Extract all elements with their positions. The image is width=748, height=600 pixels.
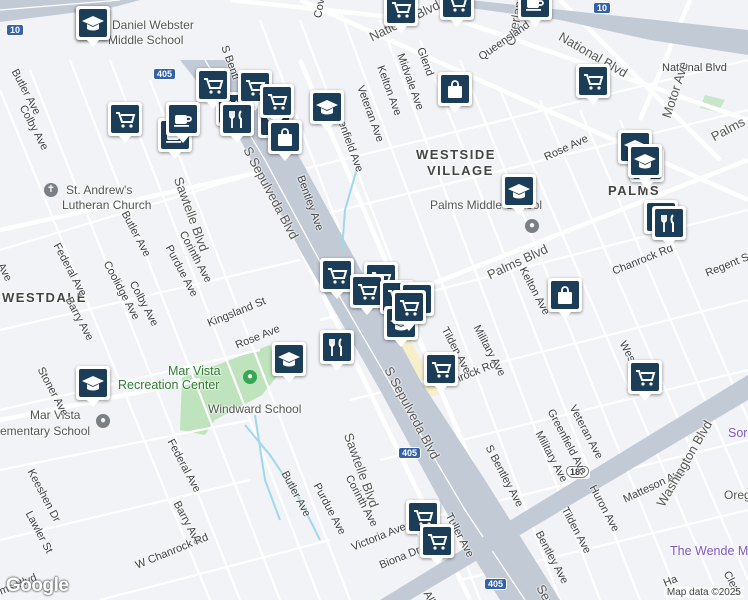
grocery-icon (395, 293, 423, 321)
marker-pin-grocery[interactable] (424, 352, 458, 393)
highway-shield-405: 405 (153, 68, 177, 80)
poi-label-sor[interactable]: Sor (728, 426, 747, 440)
marker-pin-grocery[interactable] (320, 258, 354, 299)
grocery-icon (199, 71, 227, 99)
grocery-icon (427, 355, 455, 383)
marker-pin-grocery[interactable] (384, 0, 418, 33)
map-attribution[interactable]: Map data ©2025 (663, 587, 744, 598)
marker-pin-shopping[interactable] (268, 120, 302, 161)
grocery-icon (111, 105, 139, 133)
marker-pin-shopping[interactable] (438, 72, 472, 113)
marker-pin-grocery[interactable] (440, 0, 474, 27)
marker-pin-school[interactable] (628, 144, 662, 185)
poi-label-the-wende[interactable]: The Wende M (670, 544, 748, 558)
poi-label-recreation-center[interactable]: Recreation Center (118, 378, 219, 392)
poi-label-elementary-school[interactable]: ementary School (0, 424, 90, 438)
school-icon (79, 9, 107, 37)
marker-pin-school[interactable] (76, 6, 110, 47)
shopping-icon (551, 281, 579, 309)
map-canvas[interactable]: 10 10 405 405 405 187 WESTSIDE VILLAGE P… (0, 0, 748, 600)
highway-shield-10: 10 (593, 2, 612, 14)
shopping-icon (271, 123, 299, 151)
coffee-icon (521, 0, 549, 17)
marker-pin-grocery[interactable] (576, 64, 610, 105)
grocery-icon (323, 261, 351, 289)
grocery-icon (353, 277, 381, 305)
church-icon: ✝ (44, 183, 58, 197)
school-icon: ● (96, 414, 110, 428)
restaurant-icon (323, 333, 351, 361)
poi-label-orego[interactable]: Orego (724, 488, 748, 502)
highway-shield-405: 405 (398, 447, 422, 459)
neighborhood-label-westside: WESTSIDE (416, 147, 496, 162)
park-icon: ● (243, 370, 257, 384)
highway-shield-10: 10 (6, 24, 25, 36)
coffee-icon (169, 105, 197, 133)
grocery-icon (443, 0, 471, 17)
marker-pin-grocery[interactable] (196, 68, 230, 109)
google-logo: Google (6, 575, 69, 596)
school-icon (275, 345, 303, 373)
marker-pin-coffee[interactable] (166, 102, 200, 143)
marker-pin-grocery[interactable] (260, 84, 294, 125)
poi-label-windward-school[interactable]: Windward School (208, 402, 301, 416)
poi-label-middle-school[interactable]: Middle School (108, 33, 183, 47)
marker-pin-restaurant[interactable] (652, 206, 686, 247)
marker-pin-coffee[interactable] (518, 0, 552, 27)
neighborhood-label-village: VILLAGE (427, 163, 494, 178)
marker-pin-school[interactable] (310, 90, 344, 131)
marker-pin-grocery[interactable] (420, 524, 454, 565)
marker-pin-grocery[interactable] (392, 290, 426, 331)
marker-pin-school[interactable] (76, 366, 110, 407)
grocery-icon (631, 363, 659, 391)
school-icon (79, 369, 107, 397)
marker-pin-grocery[interactable] (350, 274, 384, 315)
school-icon (313, 93, 341, 121)
poi-label-lutheran-church[interactable]: Lutheran Church (62, 198, 151, 212)
school-icon: ● (525, 219, 539, 233)
school-icon (631, 147, 659, 175)
grocery-icon (423, 527, 451, 555)
grocery-icon (263, 87, 291, 115)
school-icon (505, 177, 533, 205)
restaurant-icon (223, 105, 251, 133)
highway-shield-405: 405 (484, 578, 508, 590)
marker-pin-restaurant[interactable] (220, 102, 254, 143)
grocery-icon (579, 67, 607, 95)
shopping-icon (441, 75, 469, 103)
restaurant-icon (655, 209, 683, 237)
marker-pin-grocery[interactable] (628, 360, 662, 401)
marker-pin-grocery[interactable] (108, 102, 142, 143)
marker-pin-school[interactable] (502, 174, 536, 215)
marker-pin-school[interactable] (272, 342, 306, 383)
marker-pin-shopping[interactable] (548, 278, 582, 319)
poi-label-st-andrews[interactable]: St. Andrew's (66, 183, 132, 197)
poi-label-daniel-webster[interactable]: Daniel Webster (112, 18, 194, 32)
poi-label-mar-vista[interactable]: Mar Vista (168, 364, 221, 378)
marker-pin-restaurant[interactable] (320, 330, 354, 371)
grocery-icon (387, 0, 415, 23)
